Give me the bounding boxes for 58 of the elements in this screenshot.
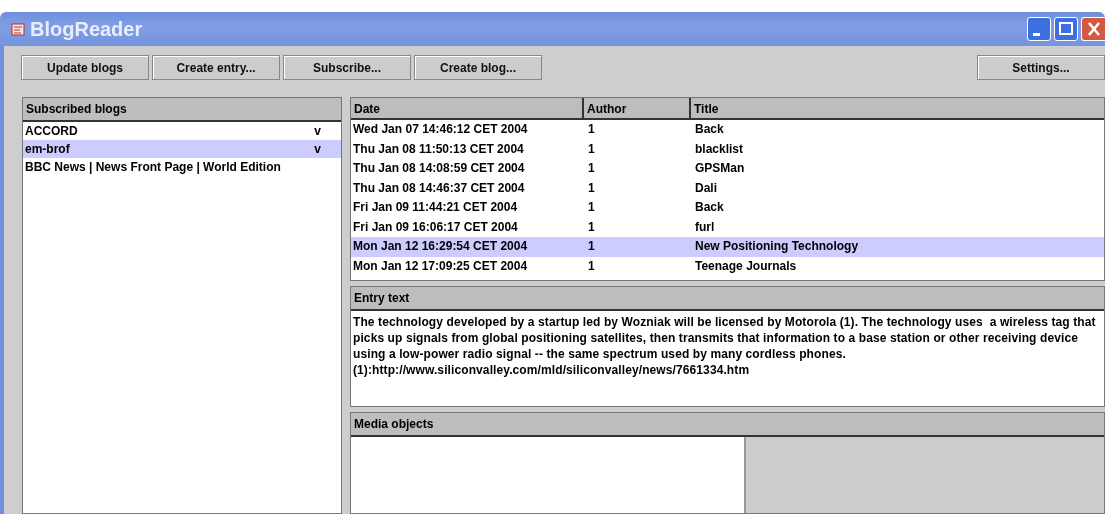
author-cell-text: 1	[587, 257, 596, 275]
author-cell-text: 1	[587, 238, 596, 255]
title-cell-text: Back	[694, 121, 725, 138]
blog-item[interactable]: ACCORD v	[23, 122, 341, 140]
author-cell-text: 1	[587, 160, 596, 177]
author-cell-text: 1	[587, 199, 596, 216]
title-cell-text: New Positioning Technology	[694, 238, 860, 255]
date-cell-text: Fri Jan 09 11:44:21 CET 2004	[352, 199, 519, 216]
date-cell-text: Mon Jan 12 17:09:25 CET 2004	[352, 257, 529, 275]
title-cell-text: blacklist	[694, 140, 745, 158]
title-cell-text: Teenage Journals	[694, 257, 798, 275]
title-cell-text: Dali	[694, 179, 718, 197]
date-cell-text: Thu Jan 08 11:50:13 CET 2004	[352, 140, 525, 158]
minimize-icon	[1032, 32, 1040, 36]
toolbar-button[interactable]: Create entry...	[152, 55, 280, 80]
toolbar-button[interactable]: Create blog...	[414, 55, 542, 80]
blog-item[interactable]: BBC News | News Front Page | World Edition	[23, 158, 341, 176]
entry-row[interactable]: Fri Jan 09 11:44:21 CET 2004 1 Back	[351, 198, 1104, 218]
entry-row[interactable]: Fri Jan 09 16:06:17 CET 2004 1 furl	[351, 217, 1104, 237]
title-cell-text: Back	[694, 199, 725, 216]
entry-row[interactable]: Thu Jan 08 14:46:37 CET 2004 1 Dali	[351, 178, 1104, 198]
entry-row[interactable]: Mon Jan 12 17:09:25 CET 2004 1 Teenage Journals	[351, 256, 1104, 276]
entry-row[interactable]: Thu Jan 08 14:08:59 CET 2004 1 GPSMan	[351, 159, 1104, 179]
window-title: BlogReader	[30, 17, 143, 41]
date-cell-text: Thu Jan 08 14:46:37 CET 2004	[352, 179, 526, 197]
column-header[interactable]: Title	[691, 98, 1104, 120]
entry-row[interactable]: Thu Jan 08 11:50:13 CET 2004 1 blacklist	[351, 139, 1104, 159]
author-cell-text: 1	[587, 121, 596, 138]
author-cell-text: 1	[587, 179, 596, 197]
date-cell-text: Wed Jan 07 14:46:12 CET 2004	[352, 121, 529, 138]
column-header: Subscribed blogs	[23, 98, 341, 122]
date-cell-text: Mon Jan 12 16:29:54 CET 2004	[352, 238, 529, 255]
entry-row[interactable]: Mon Jan 12 16:29:54 CET 2004 1 New Positioning Technology	[351, 237, 1104, 257]
minimize-button[interactable]	[1027, 17, 1051, 41]
date-cell-text: Fri Jan 09 16:06:17 CET 2004	[352, 218, 519, 236]
title-cell-text: furl	[694, 218, 716, 236]
flag-label: v	[314, 123, 321, 140]
close-button[interactable]	[1081, 17, 1105, 41]
column-header[interactable]: Author	[584, 98, 691, 120]
section-header: Media objects	[351, 413, 1104, 437]
title-cell-text: GPSMan	[694, 160, 746, 177]
blog-name: BBC News | News Front Page | World Edition	[25, 159, 281, 176]
column-header[interactable]: Date	[351, 98, 584, 120]
maximize-button[interactable]	[1054, 17, 1078, 41]
blog-item[interactable]: em-brof v	[23, 140, 341, 158]
author-cell-text: 1	[587, 140, 596, 158]
section-header: Entry text	[351, 287, 1104, 311]
entry-row[interactable]: Wed Jan 07 14:46:12 CET 2004 1 Back	[351, 120, 1104, 140]
author-cell-text: 1	[587, 218, 596, 236]
toolbar-button[interactable]: Update blogs	[21, 55, 149, 80]
toolbar-button[interactable]: Subscribe...	[283, 55, 411, 80]
app-icon	[10, 21, 26, 37]
flag-label: v	[314, 141, 321, 158]
settings-button[interactable]: Settings...	[977, 55, 1105, 80]
entry-text: The technology developed by a startup led by Wozniak will be licensed by Motorola (1). The technology uses a wireless tag that picks up signals from global positioning satellites, then transmits that information to a base station or other receiving device using a low-power radio signal -- the same spectrum used by many cordless phones. (1):http://www.siliconvalley.com/mld/siliconvalley/news/7661334.htm	[352, 314, 1097, 379]
blog-name: em-brof	[25, 141, 70, 158]
date-cell-text: Thu Jan 08 14:08:59 CET 2004	[352, 160, 526, 177]
blog-name: ACCORD	[25, 123, 78, 140]
